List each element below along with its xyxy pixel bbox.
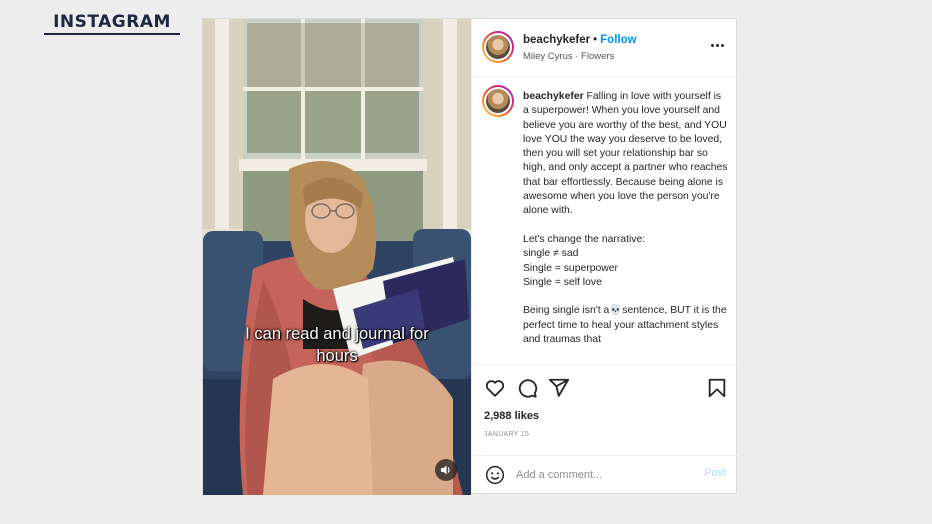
caption-line: single ≠ sad — [523, 248, 579, 260]
follow-button[interactable]: Follow — [600, 34, 636, 46]
volume-button[interactable] — [435, 459, 457, 481]
avatar[interactable] — [482, 85, 514, 117]
caption-text: beachykefer Falling in love with yoursel… — [523, 90, 729, 362]
comment-icon[interactable] — [516, 377, 538, 399]
avatar[interactable] — [482, 31, 514, 63]
video-caption-line: I can read and journal for — [245, 325, 429, 343]
caption-line: Single = superpower — [523, 262, 619, 274]
post-date[interactable]: JANUARY 15 — [484, 431, 529, 438]
header-user-line: beachykefer • Follow — [523, 34, 637, 46]
caption-line: Let's change the narrative: — [523, 233, 646, 245]
comment-input[interactable] — [516, 465, 686, 485]
like-count[interactable]: 2,988 likes — [484, 410, 539, 422]
video-caption-line: hours — [316, 347, 358, 365]
audio-link[interactable]: Miley Cyrus · Flowers — [523, 51, 614, 62]
video-caption: I can read and journal for hours — [203, 323, 471, 367]
bookmark-icon[interactable] — [706, 377, 728, 399]
post-details-panel: beachykefer • Follow Miley Cyrus · Flowers… — [471, 19, 738, 493]
caption-paragraph: Falling in love with yourself is a super… — [523, 91, 728, 217]
more-icon[interactable] — [711, 44, 724, 47]
heart-icon[interactable] — [484, 377, 506, 399]
caption-paragraph: Being single isn't a💀sentence, BUT it is… — [523, 305, 727, 346]
caption-section: beachykefer Falling in love with yoursel… — [472, 77, 738, 363]
brand-logo: INSTAGRAM — [44, 12, 180, 35]
separator-dot: • — [593, 34, 598, 46]
username-link[interactable]: beachykefer — [523, 34, 590, 46]
comment-bar: Post — [472, 455, 738, 494]
emoji-icon[interactable] — [485, 465, 505, 485]
post-video[interactable]: I can read and journal for hours — [203, 19, 471, 495]
video-frame-illustration — [203, 19, 471, 495]
volume-icon — [441, 465, 450, 475]
instagram-embed: I can read and journal for hours beachyk… — [202, 18, 738, 495]
caption-username[interactable]: beachykefer — [523, 91, 584, 102]
post-comment-button[interactable]: Post — [704, 467, 726, 479]
post-actions: 2,988 likes JANUARY 15 — [472, 364, 738, 455]
post-header: beachykefer • Follow Miley Cyrus · Flowers — [472, 19, 738, 77]
share-icon[interactable] — [548, 377, 570, 399]
caption-line: Single = self love — [523, 276, 602, 288]
